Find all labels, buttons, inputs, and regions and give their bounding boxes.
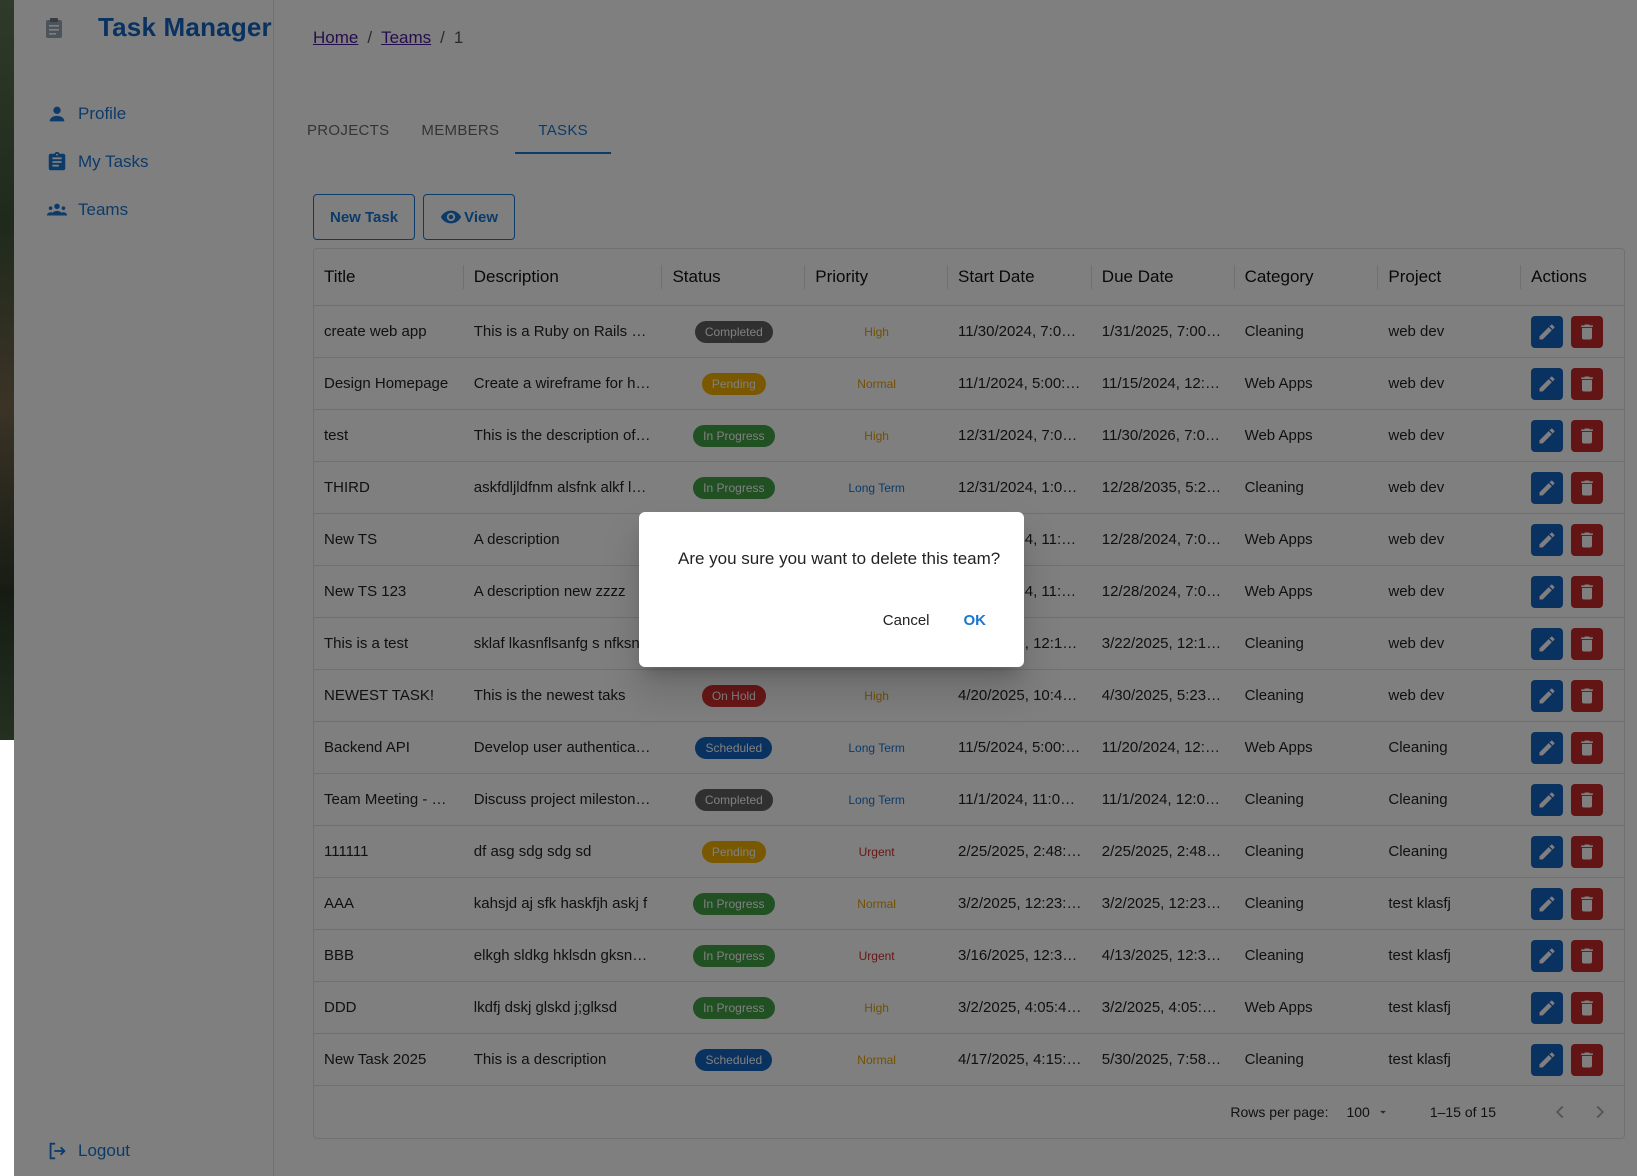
delete-team-dialog: Are you sure you want to delete this tea…	[639, 512, 1024, 667]
dialog-actions: Cancel OK	[883, 612, 986, 629]
dialog-message: Are you sure you want to delete this tea…	[678, 549, 1001, 568]
cancel-button[interactable]: Cancel	[883, 612, 930, 629]
background-edge-lower	[0, 740, 14, 1176]
ok-button[interactable]: OK	[964, 612, 987, 629]
background-photo-edge	[0, 0, 14, 740]
